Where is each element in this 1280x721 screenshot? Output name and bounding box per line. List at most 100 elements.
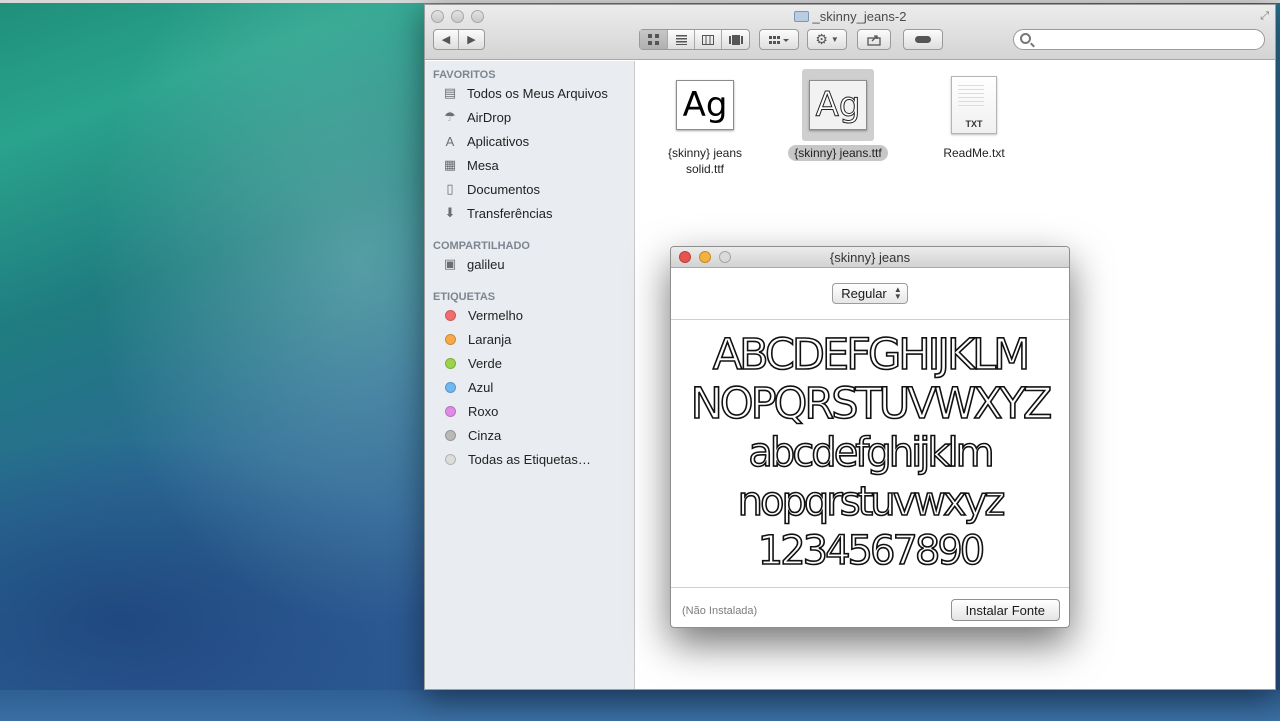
sidebar-item-label: Aplicativos [467, 133, 530, 149]
font-preview-window: {skinny} jeans Regular ▲ ▼ ABCDEFGHIJKLM … [670, 246, 1070, 628]
up-down-arrows-icon: ▲ ▼ [893, 285, 902, 301]
sidebar-item-label: Azul [468, 379, 494, 395]
arrange-grid-icon [769, 35, 789, 44]
search-icon [1020, 33, 1031, 44]
tag-button[interactable] [903, 29, 943, 50]
sidebar-item-galileu[interactable]: ▣ galileu [425, 252, 635, 276]
sidebar-item-label: galileu [467, 256, 505, 272]
icon-view-button[interactable] [640, 30, 668, 49]
sidebar-item-applications[interactable]: A Aplicativos [425, 129, 635, 153]
file-thumbnail-selected: Ag [802, 69, 874, 141]
sidebar-item-downloads[interactable]: ⬇ Transferências [425, 201, 635, 225]
search-input[interactable] [1038, 32, 1248, 47]
back-forward-control: ◀ ▶ [433, 29, 485, 50]
icon-view-icon [648, 34, 659, 45]
install-status: (Não Instalada) [682, 605, 758, 617]
sidebar-item-label: Roxo [468, 403, 499, 419]
file-item-readme[interactable]: TXT ReadMe.txt [919, 69, 1029, 161]
sidebar-all-tags[interactable]: Todas as Etiquetas… [425, 447, 635, 471]
sidebar-header-favorites: FAVORITOS [433, 69, 496, 81]
sidebar-tag-orange[interactable]: Laranja [425, 327, 635, 351]
back-button[interactable]: ◀ [434, 30, 460, 49]
sample-uppercase-2: NOPQRSTUVWXYZ [690, 379, 1053, 430]
window-title: _skinny_jeans-2 [425, 9, 1275, 24]
sidebar-item-label: Verde [468, 355, 502, 371]
desktop-wallpaper [0, 0, 430, 721]
view-mode-control [639, 29, 750, 50]
sidebar-item-label: Laranja [468, 331, 512, 347]
list-view-button[interactable] [668, 30, 695, 49]
sample-lowercase-2: nopqrstuvwxyz [737, 478, 1006, 526]
sidebar-item-desktop[interactable]: ▦ Mesa [425, 153, 635, 177]
preview-titlebar: {skinny} jeans [671, 247, 1069, 268]
share-icon [867, 34, 881, 46]
folder-icon [793, 11, 809, 22]
dropdown-arrow-icon: ▼ [830, 35, 839, 44]
file-item-skinny-jeans-solid[interactable]: Ag {skinny} jeans solid.ttf [650, 69, 760, 177]
file-name: {skinny} jeans solid.ttf [667, 146, 743, 176]
style-selector-row: Regular ▲ ▼ [671, 268, 1069, 320]
install-font-button[interactable]: Instalar Fonte [950, 599, 1060, 621]
font-file-icon: Ag [809, 80, 867, 130]
column-view-icon [702, 34, 714, 45]
orange-tag-icon [445, 333, 456, 345]
sidebar-item-label: Cinza [468, 427, 502, 443]
font-file-icon: Ag [676, 80, 734, 130]
sidebar-header-shared: COMPARTILHADO [433, 240, 530, 252]
tag-icon [915, 36, 931, 43]
finder-sidebar: FAVORITOS ▤ Todos os Meus Arquivos ☂ AirDr… [425, 61, 635, 689]
sidebar-header-tags: ETIQUETAS [433, 291, 496, 303]
back-arrow-icon: ◀ [441, 34, 451, 46]
coverflow-view-icon [728, 34, 743, 45]
sidebar-tag-red[interactable]: Vermelho [425, 303, 635, 327]
sidebar-item-label: Mesa [467, 157, 499, 173]
forward-arrow-icon: ▶ [467, 34, 476, 46]
all-files-icon: ▤ [443, 85, 457, 100]
green-tag-icon [445, 357, 456, 369]
arrange-button[interactable] [759, 29, 799, 50]
blue-tag-icon [445, 381, 456, 393]
font-style-select[interactable]: Regular ▲ ▼ [832, 283, 908, 304]
gray-tag-icon [445, 429, 456, 441]
selected-style: Regular [841, 286, 887, 301]
list-view-icon [675, 34, 687, 45]
sidebar-item-all-files[interactable]: ▤ Todos os Meus Arquivos [425, 81, 635, 105]
sidebar-item-label: Todas as Etiquetas… [468, 451, 591, 467]
sidebar-item-label: Transferências [467, 205, 553, 221]
column-view-button[interactable] [695, 30, 722, 49]
purple-tag-icon [445, 405, 456, 417]
sidebar-item-label: Documentos [467, 181, 540, 197]
search-field[interactable] [1013, 29, 1265, 50]
coverflow-view-button[interactable] [722, 30, 749, 49]
file-item-skinny-jeans[interactable]: Ag {skinny} jeans.ttf [783, 69, 893, 161]
all-tags-icon [445, 453, 456, 465]
desktop-wallpaper-bottom [0, 690, 1280, 721]
sidebar-tag-purple[interactable]: Roxo [425, 399, 635, 423]
sample-uppercase-1: ABCDEFGHIJKLM [712, 330, 1031, 381]
sidebar-tag-gray[interactable]: Cinza [425, 423, 635, 447]
share-button[interactable] [857, 29, 891, 50]
preview-footer: (Não Instalada) Instalar Fonte [671, 588, 1069, 626]
downloads-icon: ⬇ [444, 205, 456, 220]
forward-button[interactable]: ▶ [459, 30, 484, 49]
finder-titlebar: _skinny_jeans-2 ⤢ ◀ ▶ ⚙ ▼ [425, 5, 1275, 60]
sidebar-item-label: AirDrop [467, 109, 512, 125]
airdrop-icon: ☂ [444, 109, 456, 124]
sample-digits: 1234567890 [757, 527, 986, 575]
sample-lowercase-1: abcdefghijklm [748, 429, 996, 477]
text-file-icon: TXT [951, 76, 997, 134]
computer-icon: ▣ [443, 256, 457, 271]
fullscreen-icon[interactable]: ⤢ [1260, 10, 1269, 23]
red-tag-icon [445, 309, 456, 321]
sidebar-tag-green[interactable]: Verde [425, 351, 635, 375]
sidebar-item-airdrop[interactable]: ☂ AirDrop [425, 105, 635, 129]
desktop-icon: ▦ [443, 157, 457, 172]
sidebar-tag-blue[interactable]: Azul [425, 375, 635, 399]
action-button[interactable]: ⚙ ▼ [807, 29, 847, 50]
gear-icon: ⚙ [815, 31, 828, 47]
sidebar-item-documents[interactable]: ▯ Documentos [425, 177, 635, 201]
font-sample-area: ABCDEFGHIJKLM NOPQRSTUVWXYZ abcdefghijkl… [671, 320, 1069, 588]
sidebar-item-label: Vermelho [468, 307, 523, 323]
file-name: ReadMe.txt [943, 146, 1005, 160]
documents-icon: ▯ [446, 181, 454, 196]
